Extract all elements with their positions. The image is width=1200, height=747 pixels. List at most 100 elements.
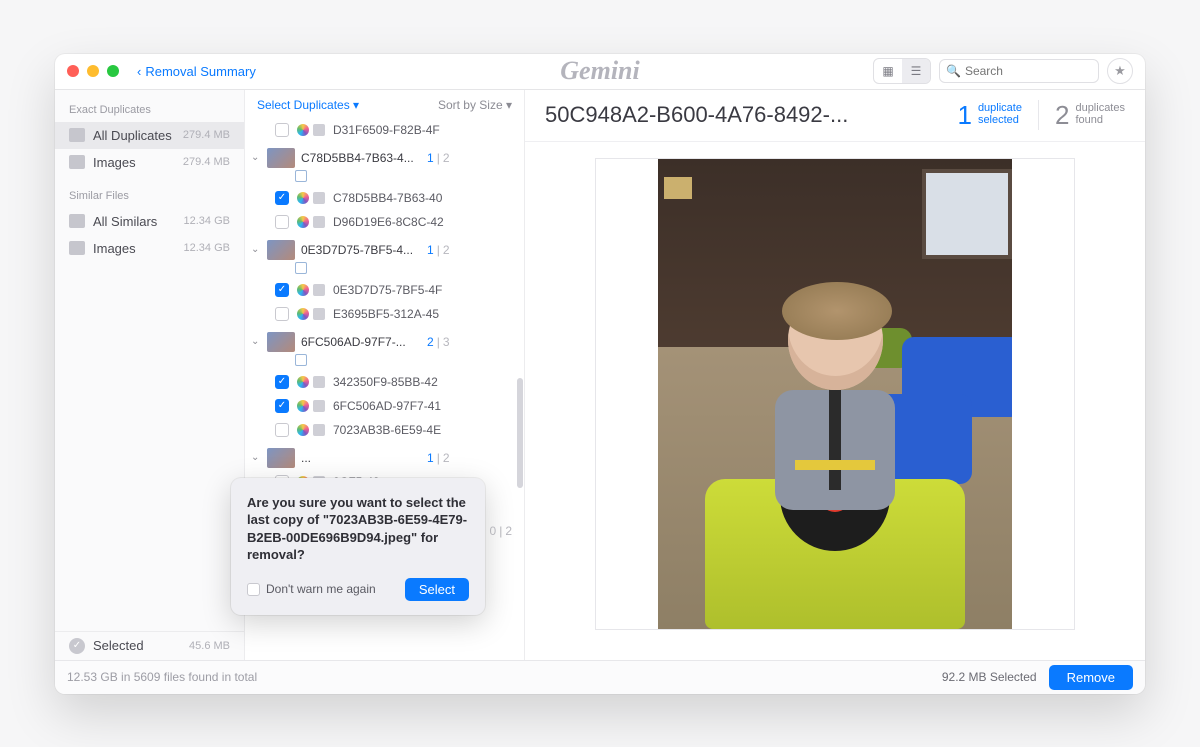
row-checkbox[interactable]	[275, 399, 289, 413]
row-checkbox[interactable]	[275, 191, 289, 205]
group-counts: 1|2	[427, 451, 450, 465]
disk-icon	[313, 424, 325, 436]
stack-icon	[69, 214, 85, 228]
sidebar-item-selected[interactable]: Selected 45.6 MB	[55, 632, 244, 660]
close-window-button[interactable]	[67, 65, 79, 77]
sort-menu[interactable]: Sort by Size ▾	[438, 98, 512, 112]
app-window: ‹ Removal Summary Gemini ▦ ☰ 🔍 ★	[55, 54, 1145, 694]
popover-select-button[interactable]: Select	[405, 578, 469, 601]
photos-library-icon	[297, 308, 309, 320]
search-icon: 🔍	[946, 64, 961, 78]
check-icon	[69, 638, 85, 654]
row-checkbox[interactable]	[275, 123, 289, 137]
view-mode-toggle: ▦ ☰	[873, 58, 931, 84]
stat-duplicates-found: 2 duplicatesfound	[1055, 100, 1125, 131]
sidebar-item-meta: 12.34 GB	[184, 215, 230, 227]
preview-filename: 50C948A2-B600-4A76-8492-...	[545, 102, 941, 128]
image-icon	[69, 241, 85, 255]
favorites-button[interactable]: ★	[1107, 58, 1133, 84]
dont-warn-label: Don't warn me again	[266, 582, 376, 596]
sidebar-item-all-duplicates[interactable]: All Duplicates 279.4 MB	[55, 122, 244, 149]
row-checkbox[interactable]	[275, 423, 289, 437]
group-header[interactable]: ⌄ 0E3D7D75-7BF5-4... 1|2	[245, 234, 524, 262]
grid-icon: ▦	[882, 64, 893, 78]
group-badges	[245, 262, 524, 278]
sidebar-item-images-exact[interactable]: Images 279.4 MB	[55, 149, 244, 176]
remove-button[interactable]: Remove	[1049, 665, 1133, 690]
zoom-window-button[interactable]	[107, 65, 119, 77]
group-header[interactable]: ⌄ 6FC506AD-97F7-... 2|3	[245, 326, 524, 354]
chevron-down-icon: ⌄	[251, 152, 261, 163]
file-row[interactable]: 0E3D7D75-7BF5-4F	[245, 278, 524, 302]
photos-library-icon	[297, 216, 309, 228]
preview-image-frame	[595, 158, 1075, 630]
preview-pane: 50C948A2-B600-4A76-8492-... 1 duplicates…	[525, 90, 1145, 660]
sidebar-item-all-similars[interactable]: All Similars 12.34 GB	[55, 208, 244, 235]
stat-line2: selected	[978, 115, 1022, 127]
photos-library-icon	[297, 284, 309, 296]
file-row[interactable]: D96D19E6-8C8C-42	[245, 210, 524, 234]
group-thumbnail	[267, 148, 295, 168]
view-list-button[interactable]: ☰	[902, 59, 930, 83]
file-name: 7023AB3B-6E59-4E	[333, 423, 514, 437]
photos-library-icon	[297, 424, 309, 436]
file-row[interactable]: 7023AB3B-6E59-4E	[245, 418, 524, 442]
photos-library-icon	[297, 124, 309, 136]
file-name: D31F6509-F82B-4F	[333, 123, 514, 137]
row-checkbox[interactable]	[275, 375, 289, 389]
row-checkbox[interactable]	[275, 307, 289, 321]
confirm-popover: Are you sure you want to select the last…	[231, 478, 485, 615]
status-bar: 12.53 GB in 5609 files found in total 92…	[55, 660, 1145, 694]
stack-icon	[69, 128, 85, 142]
list-icon: ☰	[911, 64, 922, 78]
sidebar-item-meta: 279.4 MB	[183, 156, 230, 168]
group-header[interactable]: ⌄ ... 1|2	[245, 442, 524, 470]
divider	[1038, 100, 1039, 130]
search-input[interactable]	[965, 64, 1120, 78]
star-icon: ★	[1114, 63, 1126, 79]
sidebar: Exact Duplicates All Duplicates 279.4 MB…	[55, 90, 245, 660]
row-checkbox[interactable]	[275, 283, 289, 297]
flag-icon	[295, 354, 307, 366]
file-row[interactable]: D31F6509-F82B-4F	[245, 118, 524, 142]
back-label: Removal Summary	[145, 64, 256, 79]
group-counts: 1|2	[427, 151, 450, 165]
photos-library-icon	[297, 400, 309, 412]
group-title: 6FC506AD-97F7-...	[301, 335, 421, 349]
file-row[interactable]: E3695BF5-312A-45	[245, 302, 524, 326]
file-name: E3695BF5-312A-45	[333, 307, 514, 321]
sidebar-item-meta: 279.4 MB	[183, 129, 230, 141]
sidebar-item-images-similar[interactable]: Images 12.34 GB	[55, 235, 244, 262]
file-name: 0E3D7D75-7BF5-4F	[333, 283, 514, 297]
view-grid-button[interactable]: ▦	[874, 59, 902, 83]
disk-icon	[313, 124, 325, 136]
photos-library-icon	[297, 376, 309, 388]
disk-icon	[313, 284, 325, 296]
group-thumbnail	[267, 332, 295, 352]
scrollbar-thumb[interactable]	[517, 378, 523, 488]
file-row[interactable]: 342350F9-85BB-42	[245, 370, 524, 394]
sidebar-item-meta: 45.6 MB	[189, 640, 230, 652]
chevron-left-icon: ‹	[137, 64, 141, 79]
chevron-down-icon: ⌄	[251, 336, 261, 347]
dont-warn-checkbox[interactable]: Don't warn me again	[247, 582, 376, 596]
group-title: C78D5BB4-7B63-4...	[301, 151, 421, 165]
photos-library-icon	[297, 192, 309, 204]
disk-icon	[313, 308, 325, 320]
footer-selected: 92.2 MB Selected	[942, 670, 1037, 684]
sidebar-item-label: Selected	[93, 638, 181, 653]
group-header[interactable]: ⌄ C78D5BB4-7B63-4... 1|2	[245, 142, 524, 170]
back-button[interactable]: ‹ Removal Summary	[137, 64, 256, 79]
group-badges	[245, 170, 524, 186]
group-title: 0E3D7D75-7BF5-4...	[301, 243, 421, 257]
stat-number: 1	[957, 100, 971, 131]
select-duplicates-menu[interactable]: Select Duplicates ▾	[257, 98, 359, 112]
file-row[interactable]: 6FC506AD-97F7-41	[245, 394, 524, 418]
stat-number: 2	[1055, 100, 1069, 131]
row-checkbox[interactable]	[275, 215, 289, 229]
group-thumbnail	[267, 448, 295, 468]
file-name: 342350F9-85BB-42	[333, 375, 514, 389]
search-field[interactable]: 🔍	[939, 59, 1099, 83]
file-row[interactable]: C78D5BB4-7B63-40	[245, 186, 524, 210]
minimize-window-button[interactable]	[87, 65, 99, 77]
